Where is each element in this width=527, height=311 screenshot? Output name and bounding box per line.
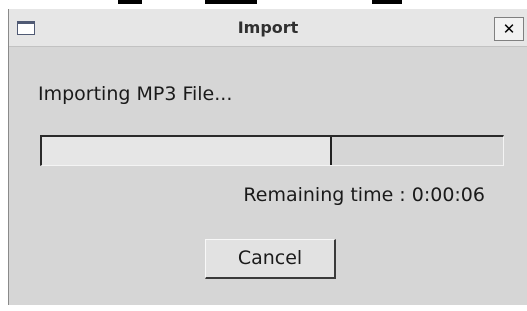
import-dialog: Import ✕ Importing MP3 File... Remaining… [8,9,527,305]
title-bar[interactable]: Import ✕ [9,9,527,47]
progress-fill [42,137,333,165]
background-text-fragment [205,0,257,4]
background-text-fragment [372,0,402,4]
import-status-label: Importing MP3 File... [38,83,233,105]
close-icon: ✕ [502,20,516,38]
cancel-button[interactable]: Cancel [205,239,336,279]
background-text-fragment [118,0,142,4]
close-button[interactable]: ✕ [494,17,524,41]
background-window-strip [0,0,527,9]
dialog-title: Import [237,18,299,37]
remaining-time-label: Remaining time : 0:00:06 [243,184,485,206]
import-progress-bar [40,135,504,166]
